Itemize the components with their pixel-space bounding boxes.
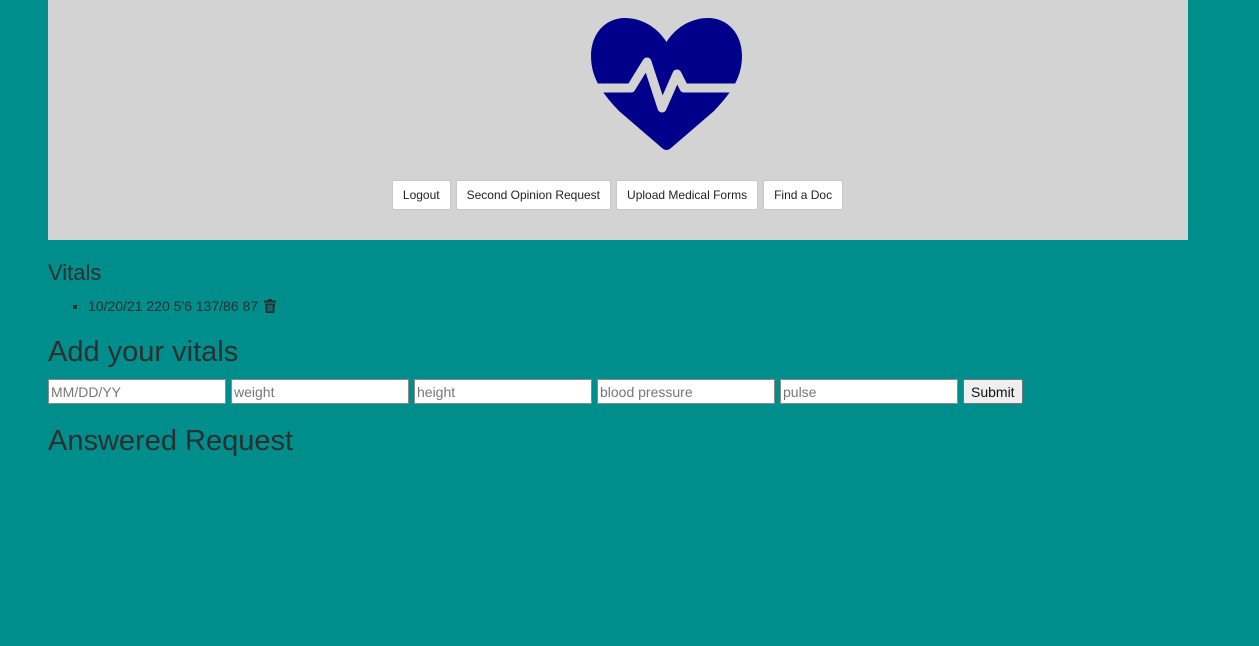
second-opinion-request-button[interactable]: Second Opinion Request: [455, 180, 612, 210]
upload-medical-forms-button[interactable]: Upload Medical Forms: [616, 180, 759, 210]
answered-request-heading: Answered Request: [48, 425, 294, 457]
heartbeat-icon: [591, 18, 742, 150]
submit-button[interactable]: Submit: [963, 379, 1023, 404]
vitals-heading: Vitals: [48, 260, 102, 285]
list-item: 10/20/21 220 5'6 137/86 87: [88, 297, 276, 315]
find-a-doc-button[interactable]: Find a Doc: [763, 180, 844, 210]
main-nav: Logout Second Opinion Request Upload Med…: [48, 180, 1188, 210]
weight-input[interactable]: [231, 379, 409, 404]
header-banner: Logout Second Opinion Request Upload Med…: [48, 0, 1188, 240]
add-vitals-heading: Add your vitals: [48, 336, 239, 368]
vitals-entry-text: 10/20/21 220 5'6 137/86 87: [88, 298, 259, 314]
vitals-list: 10/20/21 220 5'6 137/86 87: [48, 297, 276, 315]
trash-icon[interactable]: [263, 299, 276, 313]
logout-button[interactable]: Logout: [391, 180, 451, 210]
blood-pressure-input[interactable]: [597, 379, 775, 404]
date-input[interactable]: [48, 379, 226, 404]
pulse-input[interactable]: [780, 379, 958, 404]
height-input[interactable]: [414, 379, 592, 404]
add-vitals-form: Submit: [48, 379, 1023, 404]
